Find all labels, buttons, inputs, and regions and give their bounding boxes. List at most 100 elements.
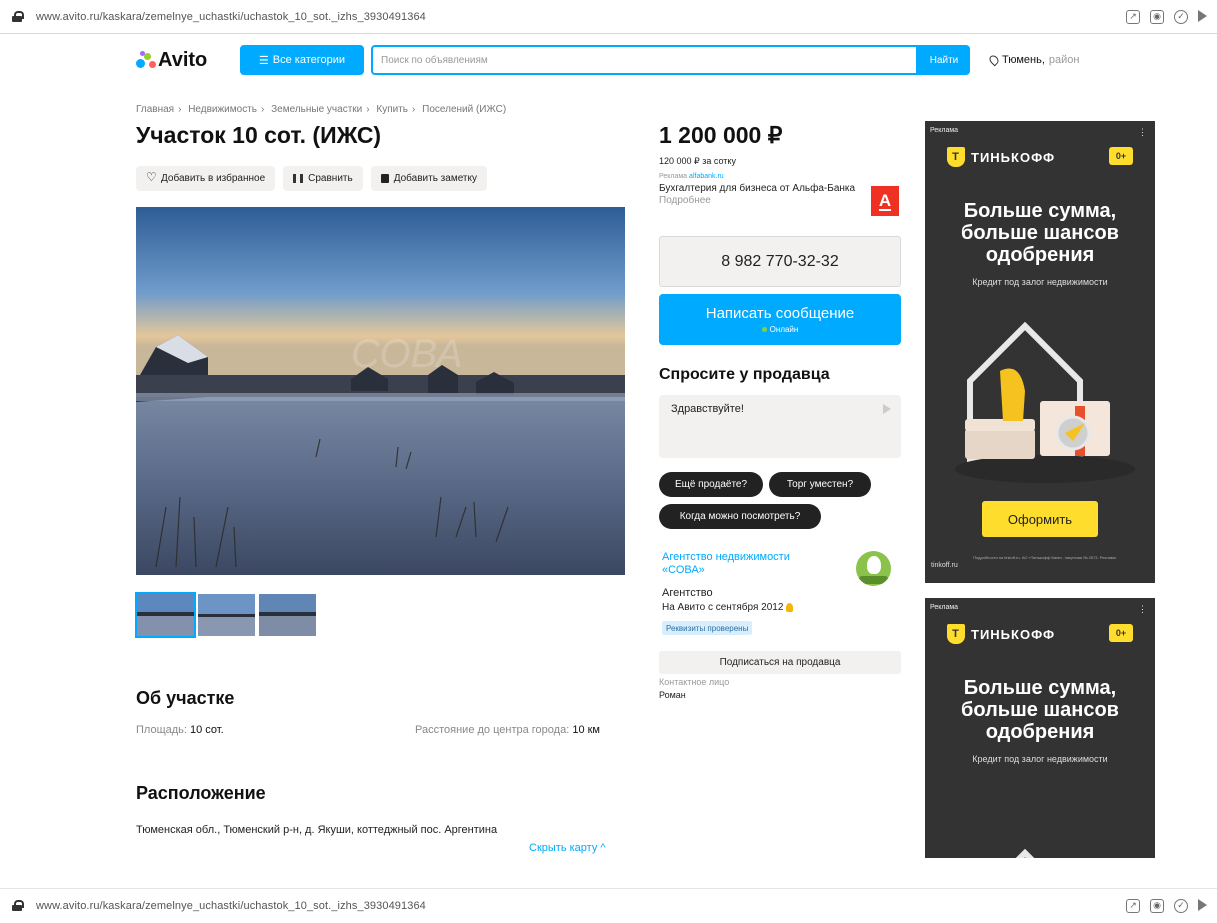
page-title: Участок 10 сот. (ИЖС) — [136, 122, 382, 148]
listing-actions: Добавить в избранное Сравнить Добавить з… — [136, 166, 487, 191]
promo-more-link[interactable]: Подробнее — [659, 195, 711, 206]
lock-icon — [12, 900, 24, 911]
add-favorite-button[interactable]: Добавить в избранное — [136, 166, 276, 191]
area-value: 10 сот. — [190, 724, 224, 736]
promo-link[interactable]: alfabank.ru — [689, 173, 724, 180]
main-photo[interactable]: СОВА — [136, 207, 625, 575]
quick-reply-bargain[interactable]: Торг уместен? — [769, 472, 871, 497]
site-header: Avito ☰ Все категории Поиск по объявлени… — [136, 44, 1116, 76]
breadcrumb-item[interactable]: Земельные участки — [271, 104, 362, 115]
url-text[interactable]: www.avito.ru/kaskara/zemelnye_uchastki/u… — [36, 11, 1126, 23]
browser-tools: ↗ ◉ ✓ — [1126, 9, 1207, 24]
menu-icon: ☰ — [258, 54, 269, 67]
breadcrumb-item[interactable]: Недвижимость — [188, 104, 257, 115]
compare-button[interactable]: Сравнить — [283, 166, 363, 191]
pin-icon — [987, 53, 1001, 67]
thumbnail[interactable] — [135, 592, 196, 638]
price: 1 200 000 ₽ — [659, 122, 783, 148]
tinkoff-ad-banner-2[interactable]: Реклама ⋮ Т ТИНЬКОФФ 0+ Больше сумма, бо… — [925, 598, 1155, 858]
subscribe-seller-button[interactable]: Подписаться на продавца — [659, 651, 901, 674]
avito-logo[interactable]: Avito — [136, 49, 240, 72]
search-input[interactable]: Поиск по объявлениям — [371, 45, 918, 75]
contact-person-name: Роман — [659, 690, 686, 700]
share-icon[interactable]: ↗ — [1126, 898, 1140, 913]
extension-icon[interactable]: ✓ — [1174, 9, 1188, 24]
area-label: Площадь: — [136, 724, 187, 736]
photo-image: СОВА — [136, 207, 625, 575]
camera-icon[interactable]: ◉ — [1150, 898, 1164, 913]
ad-subtitle: Кредит под залог недвижимости — [972, 754, 1108, 764]
quick-reply-when-view[interactable]: Когда можно посмотреть? — [659, 504, 821, 529]
price-per-sotka: 120 000 ₽ за сотку — [659, 156, 736, 166]
search-placeholder: Поиск по объявлениям — [381, 54, 488, 66]
promo-label: Реклама — [659, 173, 688, 180]
play-icon[interactable] — [1198, 9, 1207, 22]
distance-value: 10 км — [572, 724, 600, 736]
browser-address-bar: www.avito.ru/kaskara/zemelnye_uchastki/u… — [0, 0, 1217, 34]
url-text[interactable]: www.avito.ru/kaskara/zemelnye_uchastki/u… — [36, 900, 1126, 912]
seller-avatar[interactable] — [856, 551, 891, 586]
promo-text-main: Бухгалтерия для бизнеса от Альфа-Банка — [659, 183, 856, 194]
address-text: Тюменская обл., Тюменский р-н, д. Якуши,… — [136, 824, 498, 836]
seller-name-link[interactable]: Агентство недвижимости «СОВА» — [662, 551, 832, 577]
add-note-button[interactable]: Добавить заметку — [370, 166, 487, 191]
location-selector[interactable]: Тюмень, район — [987, 53, 1080, 67]
write-message-label: Написать сообщение — [705, 305, 855, 322]
extension-icon[interactable]: ✓ — [1174, 898, 1188, 913]
about-params: Площадь: 10 сот. Расстояние до центра го… — [136, 724, 606, 736]
tinkoff-logo: Т ТИНЬКОФФ — [947, 624, 1055, 644]
breadcrumb-item[interactable]: Купить — [376, 104, 408, 115]
browser-address-bar-bottom: www.avito.ru/kaskara/zemelnye_uchastki/u… — [0, 888, 1217, 922]
ad-subtitle: Кредит под залог недвижимости — [972, 277, 1108, 287]
ad-label: Реклама — [930, 604, 959, 611]
heart-icon — [146, 170, 157, 184]
area-param: Площадь: 10 сот. — [136, 724, 224, 736]
promo-block[interactable]: Реклама alfabank.ru Бухгалтерия для бизн… — [659, 173, 899, 216]
ad-headline: Больше сумма, больше шансов одобрения — [961, 677, 1119, 743]
send-icon[interactable] — [883, 404, 891, 414]
online-label: Онлайн — [769, 325, 799, 334]
ad-brand-name: ТИНЬКОФФ — [971, 149, 1056, 165]
seller-since: На Авито с сентября 2012 — [662, 602, 794, 613]
note-icon — [380, 174, 389, 183]
ad-domain: tinkoff.ru — [931, 562, 958, 569]
play-icon[interactable] — [1198, 898, 1207, 911]
thumbnail[interactable] — [259, 594, 316, 636]
promo-text: Бухгалтерия для бизнеса от Альфа-Банка П… — [659, 183, 859, 207]
photo-thumbnails — [135, 592, 316, 638]
thumbnail[interactable] — [198, 594, 255, 636]
ad-info-icon[interactable]: ⋮ — [1138, 604, 1147, 615]
ad-cta-button[interactable]: Оформить — [982, 501, 1098, 537]
ad-brand-name: ТИНЬКОФФ — [971, 626, 1056, 642]
compare-label: Сравнить — [308, 173, 353, 184]
tinkoff-ad-banner[interactable]: Реклама ⋮ Т ТИНЬКОФФ 0+ Больше сумма, бо… — [925, 121, 1155, 583]
add-note-label: Добавить заметку — [393, 173, 477, 184]
online-dot-icon — [761, 327, 767, 332]
location-area: район — [1048, 54, 1080, 66]
ad-headline: Больше сумма, больше шансов одобрения — [961, 200, 1119, 266]
age-badge: 0+ — [1109, 624, 1133, 642]
quick-reply-still-selling[interactable]: Ещё продаёте? — [659, 472, 763, 497]
show-phone-button[interactable]: 8 982 770-32-32 — [659, 236, 901, 287]
ask-message-input[interactable]: Здравствуйте! — [659, 395, 901, 458]
breadcrumb-item[interactable]: Поселений (ИЖС) — [422, 104, 506, 115]
breadcrumb-item[interactable]: Главная — [136, 104, 174, 115]
online-status: Онлайн — [761, 325, 799, 334]
hide-map-link[interactable]: Скрыть карту ^ — [529, 842, 606, 854]
alfa-bank-logo: А — [871, 186, 899, 216]
write-message-button[interactable]: Написать сообщение Онлайн — [659, 294, 901, 345]
medal-icon — [786, 603, 794, 612]
ad-info-icon[interactable]: ⋮ — [1138, 127, 1147, 138]
camera-icon[interactable]: ◉ — [1150, 9, 1164, 24]
all-categories-button[interactable]: ☰ Все категории — [240, 45, 364, 75]
age-badge: 0+ — [1109, 147, 1133, 165]
ask-message-text: Здравствуйте! — [671, 403, 744, 415]
search-button[interactable]: Найти — [918, 45, 970, 75]
promo-tag: Реклама alfabank.ru — [659, 173, 899, 180]
add-favorite-label: Добавить в избранное — [161, 173, 266, 184]
tinkoff-shield-icon: Т — [947, 624, 965, 644]
logo-dots-icon — [136, 51, 156, 69]
share-icon[interactable]: ↗ — [1126, 9, 1140, 24]
location-city: Тюмень, — [1002, 54, 1045, 66]
distance-label: Расстояние до центра города: — [415, 724, 570, 736]
